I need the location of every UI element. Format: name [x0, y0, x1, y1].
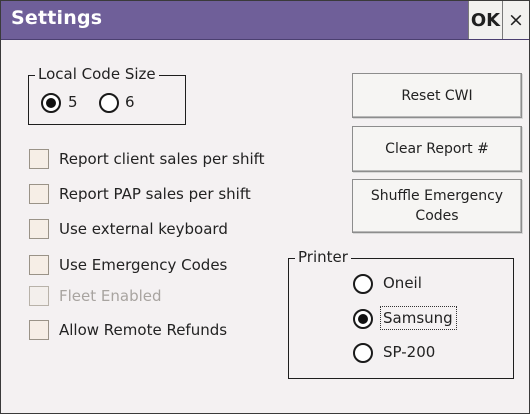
radio-label-6: 6 [125, 93, 135, 111]
checkbox-label: Report client sales per shift [59, 150, 265, 168]
title-bar: Settings OK × [1, 1, 529, 40]
checkbox-label: Use Emergency Codes [59, 256, 228, 274]
radio-button-icon[interactable] [353, 309, 373, 329]
window-title: Settings [11, 7, 103, 29]
radio-label-5: 5 [68, 93, 78, 111]
ok-button[interactable]: OK [468, 1, 502, 39]
radio-button-icon[interactable] [41, 93, 61, 113]
checkbox-icon[interactable] [29, 184, 49, 204]
printer-label-sp200: SP-200 [383, 343, 436, 361]
local-code-size-group: Local Code Size 5 6 [28, 65, 186, 125]
checkbox-label: Use external keyboard [59, 220, 228, 238]
shuffle-label-line1: Shuffle Emergency [370, 188, 504, 204]
clear-report-button[interactable]: Clear Report # [352, 126, 522, 172]
printer-legend: Printer [295, 248, 351, 266]
checkbox-icon[interactable] [29, 149, 49, 169]
local-code-size-legend: Local Code Size [35, 65, 159, 83]
clear-report-label: Clear Report # [385, 141, 489, 157]
checkbox-label: Report PAP sales per shift [59, 185, 251, 203]
checkbox-icon[interactable] [29, 255, 49, 275]
checkbox-label: Fleet Enabled [59, 287, 162, 305]
checkbox-icon[interactable] [29, 219, 49, 239]
checkbox-label: Allow Remote Refunds [59, 321, 228, 339]
checkbox-icon [29, 286, 49, 306]
reset-cwi-button[interactable]: Reset CWI [352, 73, 522, 118]
printer-group: Printer Oneil Samsung SP-200 [288, 248, 514, 379]
close-button[interactable]: × [502, 1, 529, 39]
radio-button-icon[interactable] [99, 93, 119, 113]
reset-cwi-label: Reset CWI [401, 87, 473, 104]
printer-label-oneil: Oneil [383, 274, 422, 292]
shuffle-label-line2: Codes [415, 208, 459, 224]
shuffle-emergency-codes-button[interactable]: Shuffle Emergency Codes [352, 179, 522, 233]
radio-button-icon[interactable] [353, 274, 373, 294]
checkbox-icon[interactable] [29, 320, 49, 340]
settings-window: Settings OK × Local Code Size 5 6 Report… [0, 0, 530, 414]
printer-label-samsung: Samsung [383, 309, 453, 327]
radio-button-icon[interactable] [353, 343, 373, 363]
